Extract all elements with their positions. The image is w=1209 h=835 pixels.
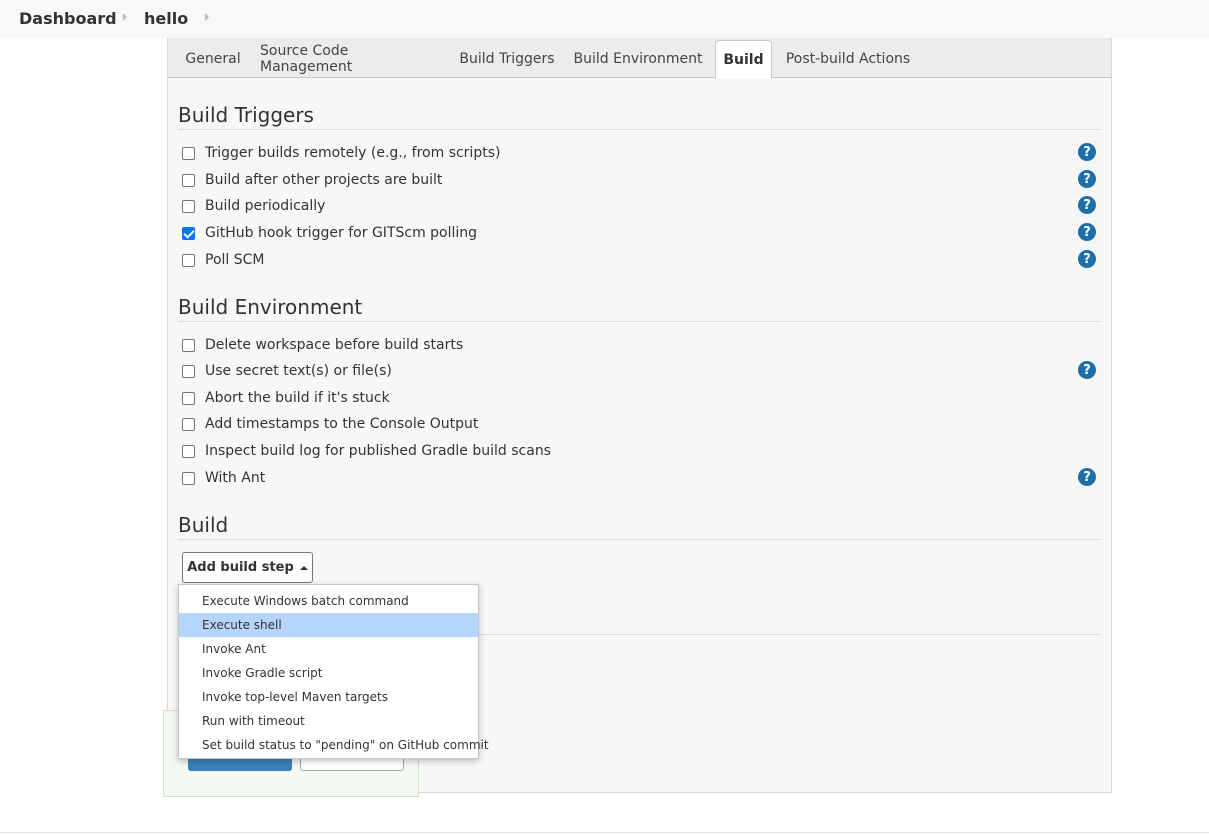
tab-general[interactable]: General (178, 40, 248, 78)
footer-divider (0, 832, 1209, 833)
menu-item-invoke-ant[interactable]: Invoke Ant (179, 637, 478, 661)
section-title-build-environment: Build Environment (178, 295, 363, 319)
help-icon[interactable]: ? (1078, 143, 1096, 161)
option-label: Trigger builds remotely (e.g., from scri… (205, 145, 501, 161)
option-delete-workspace[interactable]: Delete workspace before build starts (182, 336, 463, 354)
option-with-ant[interactable]: With Ant (182, 469, 265, 487)
option-label: Build after other projects are built (205, 172, 443, 188)
help-icon[interactable]: ? (1078, 223, 1096, 241)
section-divider (478, 634, 1101, 635)
help-icon[interactable]: ? (1078, 468, 1096, 486)
menu-item-run-with-timeout[interactable]: Run with timeout (179, 709, 478, 733)
chevron-right-icon[interactable] (205, 13, 209, 21)
option-github-hook-trigger[interactable]: GitHub hook trigger for GITScm polling (182, 224, 477, 242)
section-title-build: Build (178, 513, 229, 537)
add-build-step-label: Add build step (187, 560, 294, 575)
section-divider (178, 321, 1101, 322)
option-label: Delete workspace before build starts (205, 337, 464, 353)
checkbox[interactable] (182, 444, 195, 458)
breadcrumb-hello[interactable]: hello (144, 9, 188, 28)
help-icon[interactable]: ? (1078, 250, 1096, 268)
option-build-periodically[interactable]: Build periodically (182, 197, 325, 215)
add-build-step-button[interactable]: Add build step (182, 552, 313, 583)
option-label: Build periodically (205, 198, 326, 214)
option-inspect-gradle-scans[interactable]: Inspect build log for published Gradle b… (182, 442, 551, 460)
option-abort-if-stuck[interactable]: Abort the build if it's stuck (182, 389, 390, 407)
option-label: Poll SCM (205, 252, 265, 268)
checkbox[interactable] (182, 199, 195, 213)
tab-source-code-management[interactable]: Source Code Management (260, 40, 442, 78)
checkbox-checked[interactable] (182, 226, 195, 240)
tab-post-build-actions[interactable]: Post-build Actions (783, 40, 913, 78)
option-label: GitHub hook trigger for GITScm polling (205, 225, 478, 241)
option-build-after-other-projects[interactable]: Build after other projects are built (182, 171, 442, 189)
option-add-timestamps[interactable]: Add timestamps to the Console Output (182, 415, 478, 433)
menu-item-set-build-status[interactable]: Set build status to "pending" on GitHub … (179, 733, 489, 757)
checkbox[interactable] (182, 471, 195, 485)
checkbox[interactable] (182, 146, 195, 160)
tab-bar: General Source Code Management Build Tri… (168, 38, 1111, 79)
option-use-secret-text[interactable]: Use secret text(s) or file(s) (182, 362, 392, 380)
breadcrumb: Dashboard hello (0, 0, 1209, 38)
breadcrumb-dashboard[interactable]: Dashboard (19, 9, 117, 28)
section-divider (178, 539, 1101, 540)
checkbox[interactable] (182, 391, 195, 405)
option-label: Add timestamps to the Console Output (205, 416, 479, 432)
option-trigger-remotely[interactable]: Trigger builds remotely (e.g., from scri… (182, 144, 500, 162)
section-divider (178, 129, 1101, 130)
build-step-menu: Execute Windows batch command Execute sh… (178, 584, 489, 759)
caret-up-icon (299, 565, 308, 570)
menu-item-execute-shell[interactable]: Execute shell (179, 613, 478, 637)
tab-build-environment[interactable]: Build Environment (572, 40, 704, 78)
tab-build[interactable]: Build (715, 40, 772, 79)
option-label: With Ant (205, 470, 266, 486)
help-icon[interactable]: ? (1078, 170, 1096, 188)
option-label: Use secret text(s) or file(s) (205, 363, 392, 379)
checkbox[interactable] (182, 364, 195, 378)
checkbox[interactable] (182, 338, 195, 352)
chevron-right-icon[interactable] (123, 13, 127, 21)
menu-item-execute-windows-batch[interactable]: Execute Windows batch command (179, 589, 478, 613)
checkbox[interactable] (182, 417, 195, 431)
menu-item-invoke-gradle[interactable]: Invoke Gradle script (179, 661, 478, 685)
option-label: Inspect build log for published Gradle b… (205, 443, 551, 459)
help-icon[interactable]: ? (1078, 361, 1096, 379)
help-icon[interactable]: ? (1078, 196, 1096, 214)
tab-build-triggers[interactable]: Build Triggers (456, 40, 558, 78)
menu-item-invoke-maven[interactable]: Invoke top-level Maven targets (179, 685, 478, 709)
checkbox[interactable] (182, 173, 195, 187)
option-label: Abort the build if it's stuck (205, 390, 390, 406)
checkbox[interactable] (182, 253, 195, 267)
section-title-build-triggers: Build Triggers (178, 103, 314, 127)
option-poll-scm[interactable]: Poll SCM (182, 251, 264, 269)
